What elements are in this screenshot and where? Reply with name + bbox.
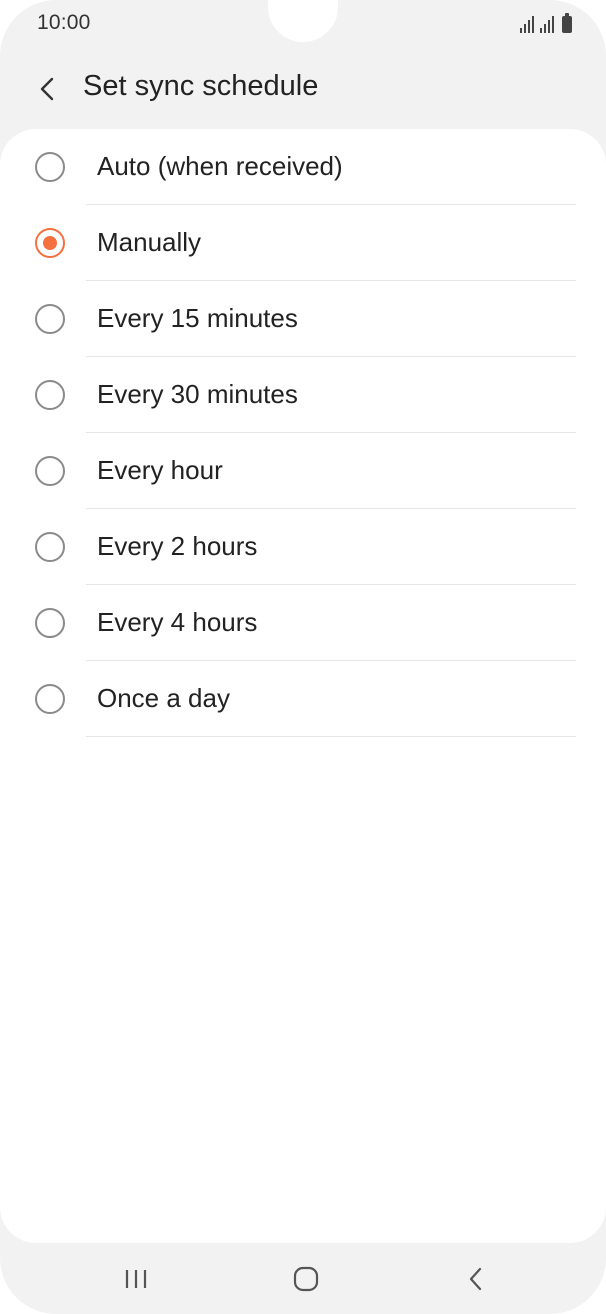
chevron-left-icon xyxy=(40,77,54,101)
recents-button[interactable] xyxy=(106,1257,166,1301)
option-every-4-hours[interactable]: Every 4 hours xyxy=(0,585,606,661)
radio-button[interactable] xyxy=(35,456,65,486)
option-every-30-minutes[interactable]: Every 30 minutes xyxy=(0,357,606,433)
page-title: Set sync schedule xyxy=(83,70,319,102)
option-auto[interactable]: Auto (when received) xyxy=(0,129,606,205)
option-label: Manually xyxy=(97,227,202,257)
home-button[interactable] xyxy=(276,1257,336,1301)
option-label: Once a day xyxy=(97,683,230,713)
home-icon xyxy=(293,1266,319,1292)
status-time: 10:00 xyxy=(37,11,91,34)
back-icon xyxy=(469,1267,482,1291)
back-button[interactable] xyxy=(28,68,68,110)
radio-button[interactable] xyxy=(35,532,65,562)
status-icons xyxy=(520,13,572,33)
divider xyxy=(86,736,576,737)
navigation-bar xyxy=(0,1243,606,1314)
app-header: Set sync schedule xyxy=(0,48,606,130)
signal-icon xyxy=(540,15,554,33)
signal-icon xyxy=(520,15,534,33)
recents-icon xyxy=(125,1270,147,1288)
radio-button[interactable] xyxy=(35,684,65,714)
radio-button[interactable] xyxy=(35,152,65,182)
option-label: Every 30 minutes xyxy=(97,379,298,409)
back-nav-button[interactable] xyxy=(446,1257,506,1301)
option-every-15-minutes[interactable]: Every 15 minutes xyxy=(0,281,606,357)
battery-icon xyxy=(562,13,572,33)
radio-button[interactable] xyxy=(35,380,65,410)
option-every-hour[interactable]: Every hour xyxy=(0,433,606,509)
option-once-a-day[interactable]: Once a day xyxy=(0,661,606,737)
option-every-2-hours[interactable]: Every 2 hours xyxy=(0,509,606,585)
status-bar: 10:00 xyxy=(0,0,606,48)
radio-button[interactable] xyxy=(35,608,65,638)
option-label: Auto (when received) xyxy=(97,151,343,181)
option-label: Every 15 minutes xyxy=(97,303,298,333)
sync-schedule-options: Auto (when received) Manually Every 15 m… xyxy=(0,129,606,737)
option-label: Every 2 hours xyxy=(97,531,258,561)
radio-button-selected[interactable] xyxy=(35,228,65,258)
option-label: Every 4 hours xyxy=(97,607,258,637)
options-card: Auto (when received) Manually Every 15 m… xyxy=(0,129,606,1243)
option-label: Every hour xyxy=(97,455,223,485)
option-manually[interactable]: Manually xyxy=(0,205,606,281)
radio-button[interactable] xyxy=(35,304,65,334)
phone-screen: 10:00 Set sync schedule Auto (when recei… xyxy=(0,0,606,1314)
